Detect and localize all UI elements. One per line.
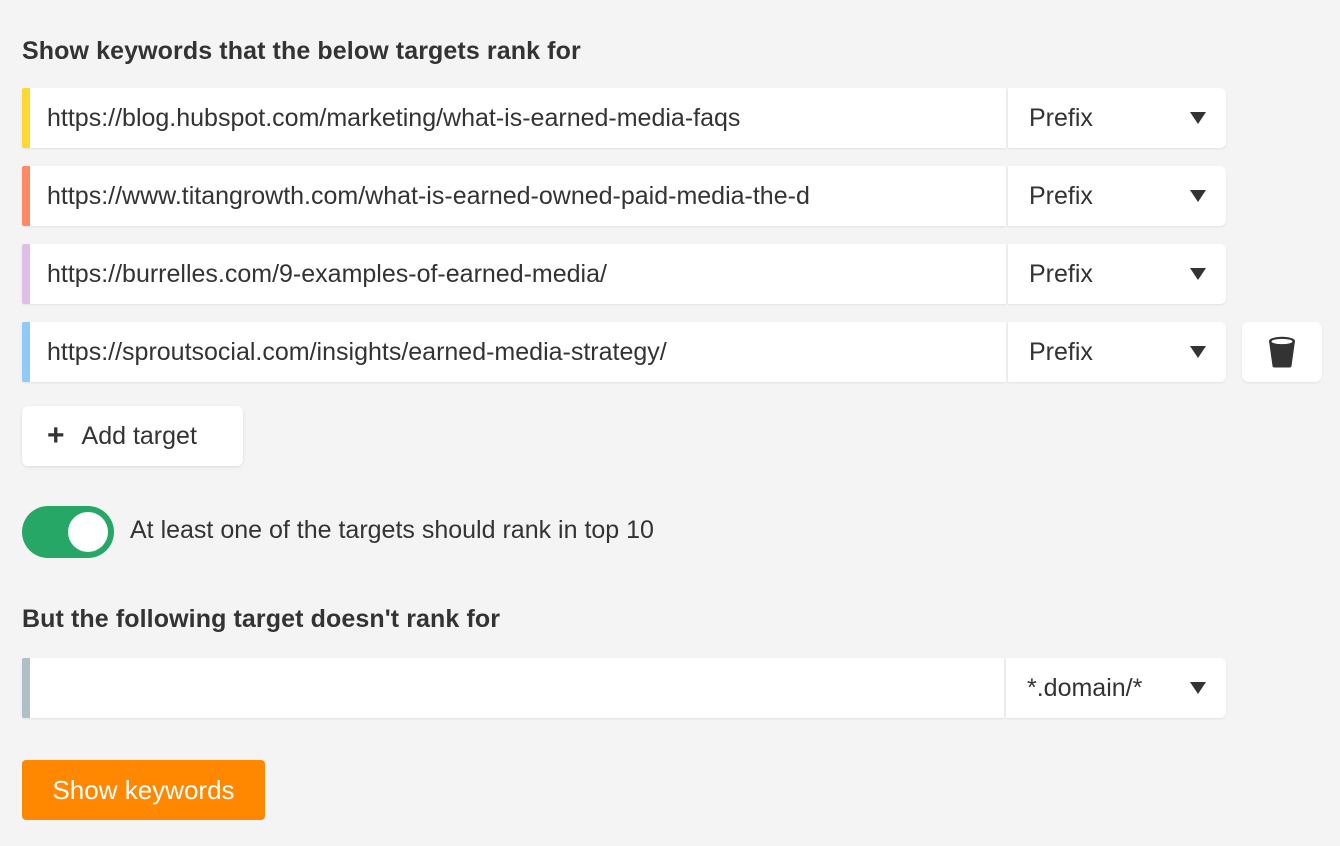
top10-toggle[interactable]	[22, 506, 114, 558]
target-row: Prefix	[22, 322, 1226, 382]
caret-down-icon	[1190, 112, 1206, 124]
top10-toggle-label: At least one of the targets should rank …	[130, 516, 654, 544]
target-mode-value: Prefix	[1029, 103, 1093, 132]
include-heading: Show keywords that the below targets ran…	[22, 37, 581, 65]
target-mode-value: Prefix	[1029, 337, 1093, 366]
target-mode-value: Prefix	[1029, 259, 1093, 288]
exclude-mode-select[interactable]: *.domain/*	[1006, 658, 1226, 718]
target-url-field[interactable]	[22, 166, 1006, 226]
target-url-input[interactable]	[47, 103, 997, 133]
target-mode-value: Prefix	[1029, 181, 1093, 210]
delete-target-button[interactable]	[1242, 322, 1322, 382]
target-color-bar	[22, 88, 30, 148]
caret-down-icon	[1190, 268, 1206, 280]
trash-icon	[1269, 336, 1295, 368]
caret-down-icon	[1190, 346, 1206, 358]
exclude-url-input[interactable]	[47, 673, 997, 703]
target-color-bar	[22, 166, 30, 226]
plus-icon: +	[47, 419, 65, 452]
add-target-label: Add target	[81, 421, 197, 450]
target-url-field[interactable]	[22, 244, 1006, 304]
exclude-url-field[interactable]	[22, 658, 1004, 718]
target-row: Prefix	[22, 88, 1226, 148]
target-color-bar	[22, 244, 30, 304]
target-mode-select[interactable]: Prefix	[1008, 322, 1226, 382]
caret-down-icon	[1190, 682, 1206, 694]
target-row: Prefix	[22, 244, 1226, 304]
target-url-field[interactable]	[22, 88, 1006, 148]
target-mode-select[interactable]: Prefix	[1008, 244, 1226, 304]
target-url-field[interactable]	[22, 322, 1006, 382]
caret-down-icon	[1190, 190, 1206, 202]
add-target-button[interactable]: + Add target	[22, 406, 243, 466]
target-url-input[interactable]	[47, 337, 997, 367]
show-keywords-button[interactable]: Show keywords	[22, 760, 265, 820]
exclude-mode-value: *.domain/*	[1027, 673, 1143, 702]
toggle-knob	[68, 512, 108, 552]
target-row: Prefix	[22, 166, 1226, 226]
target-url-input[interactable]	[47, 259, 997, 289]
exclude-color-bar	[22, 658, 30, 718]
target-color-bar	[22, 322, 30, 382]
target-mode-select[interactable]: Prefix	[1008, 166, 1226, 226]
target-mode-select[interactable]: Prefix	[1008, 88, 1226, 148]
exclude-heading: But the following target doesn't rank fo…	[22, 605, 501, 633]
exclude-target-row: *.domain/*	[22, 658, 1226, 718]
target-url-input[interactable]	[47, 181, 997, 211]
